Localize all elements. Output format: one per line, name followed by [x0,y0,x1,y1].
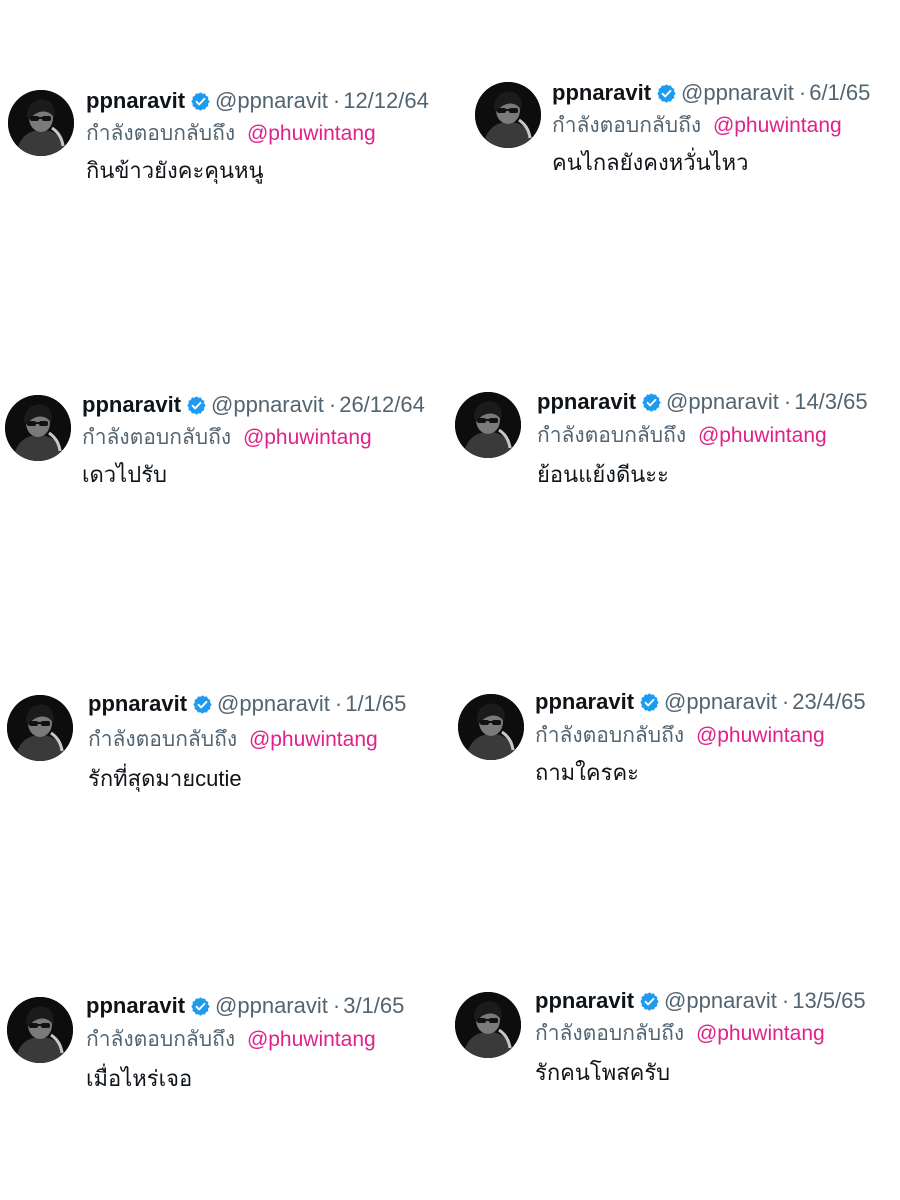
mention-link[interactable]: @phuwintang [247,1028,376,1051]
reply-prefix: กำลังตอบกลับถึง [82,426,232,449]
verified-badge-icon [192,694,213,715]
separator: · [781,988,790,1013]
handle[interactable]: @ppnaravit [217,690,330,718]
replying-to: กำลังตอบกลับถึง @phuwintang [82,424,372,452]
separator: · [783,389,792,414]
tweet-header: ppnaravit @ppnaravit · 23/4/65 [535,688,866,716]
avatar[interactable] [7,695,73,761]
avatar[interactable] [455,392,521,458]
screenshot-collage: { "tweets": [ {"name": "ppnaravit", "han… [0,0,900,1200]
handle[interactable]: @ppnaravit [215,992,328,1020]
replying-to: กำลังตอบกลับถึง @phuwintang [86,1026,376,1054]
handle[interactable]: @ppnaravit [681,79,794,107]
display-name[interactable]: ppnaravit [86,87,185,115]
tweet-text: คนไกลยังคงหวั่นไหว [552,150,749,175]
tweet-text: ย้อนแย้งดีนะะ [537,462,669,487]
tweet-text: เดวไปรับ [82,462,167,487]
separator: · [798,80,807,105]
replying-to: กำลังตอบกลับถึง @phuwintang [86,120,376,148]
tweet-text: รักที่สุดมายcutie [88,766,242,791]
avatar[interactable] [475,82,541,148]
verified-badge-icon [641,392,662,413]
tweet-header: ppnaravit @ppnaravit · 12/12/64 [86,87,429,115]
reply-prefix: กำลังตอบกลับถึง [88,728,238,751]
reply-prefix: กำลังตอบกลับถึง [86,1028,236,1051]
tweet-header: ppnaravit @ppnaravit · 14/3/65 [537,388,868,416]
verified-badge-icon [639,991,660,1012]
display-name[interactable]: ppnaravit [535,987,634,1015]
timestamp[interactable]: 13/5/65 [792,987,865,1015]
tweet-text: รักคนโพสครับ [535,1060,671,1085]
avatar[interactable] [7,997,73,1063]
mention-link[interactable]: @phuwintang [698,424,827,447]
separator: · [332,88,341,113]
display-name[interactable]: ppnaravit [82,391,181,419]
reply-prefix: กำลังตอบกลับถึง [552,114,702,137]
mention-link[interactable]: @phuwintang [249,728,378,751]
timestamp[interactable]: 12/12/64 [343,87,429,115]
verified-badge-icon [656,83,677,104]
reply-prefix: กำลังตอบกลับถึง [86,122,236,145]
avatar[interactable] [455,992,521,1058]
display-name[interactable]: ppnaravit [537,388,636,416]
avatar[interactable] [8,90,74,156]
tweet-header: ppnaravit @ppnaravit · 13/5/65 [535,987,866,1015]
handle[interactable]: @ppnaravit [664,987,777,1015]
replying-to: กำลังตอบกลับถึง @phuwintang [537,422,827,450]
tweet-header: ppnaravit @ppnaravit · 26/12/64 [82,391,425,419]
replying-to: กำลังตอบกลับถึง @phuwintang [535,1020,825,1048]
timestamp[interactable]: 1/1/65 [345,690,406,718]
display-name[interactable]: ppnaravit [86,992,185,1020]
mention-link[interactable]: @phuwintang [696,1022,825,1045]
mention-link[interactable]: @phuwintang [247,122,376,145]
verified-badge-icon [190,91,211,112]
handle[interactable]: @ppnaravit [664,688,777,716]
separator: · [781,689,790,714]
tweet-text: ถามใครคะ [535,760,639,785]
avatar[interactable] [5,395,71,461]
display-name[interactable]: ppnaravit [552,79,651,107]
timestamp[interactable]: 6/1/65 [809,79,870,107]
verified-badge-icon [639,692,660,713]
timestamp[interactable]: 23/4/65 [792,688,865,716]
mention-link[interactable]: @phuwintang [696,724,825,747]
timestamp[interactable]: 3/1/65 [343,992,404,1020]
tweet-header: ppnaravit @ppnaravit · 1/1/65 [88,690,406,718]
separator: · [334,691,343,716]
tweet-header: ppnaravit @ppnaravit · 3/1/65 [86,992,404,1020]
timestamp[interactable]: 26/12/64 [339,391,425,419]
separator: · [328,392,337,417]
tweet-text: เมื่อไหร่เจอ [86,1066,193,1091]
handle[interactable]: @ppnaravit [215,87,328,115]
display-name[interactable]: ppnaravit [535,688,634,716]
reply-prefix: กำลังตอบกลับถึง [537,424,687,447]
mention-link[interactable]: @phuwintang [713,114,842,137]
mention-link[interactable]: @phuwintang [243,426,372,449]
replying-to: กำลังตอบกลับถึง @phuwintang [552,112,842,140]
verified-badge-icon [190,996,211,1017]
replying-to: กำลังตอบกลับถึง @phuwintang [535,722,825,750]
tweet-text: กินข้าวยังคะคุนหนู [86,158,264,183]
reply-prefix: กำลังตอบกลับถึง [535,1022,685,1045]
tweet-header: ppnaravit @ppnaravit · 6/1/65 [552,79,870,107]
separator: · [332,993,341,1018]
handle[interactable]: @ppnaravit [211,391,324,419]
replying-to: กำลังตอบกลับถึง @phuwintang [88,726,378,754]
verified-badge-icon [186,395,207,416]
display-name[interactable]: ppnaravit [88,690,187,718]
reply-prefix: กำลังตอบกลับถึง [535,724,685,747]
timestamp[interactable]: 14/3/65 [794,388,867,416]
avatar[interactable] [458,694,524,760]
handle[interactable]: @ppnaravit [666,388,779,416]
